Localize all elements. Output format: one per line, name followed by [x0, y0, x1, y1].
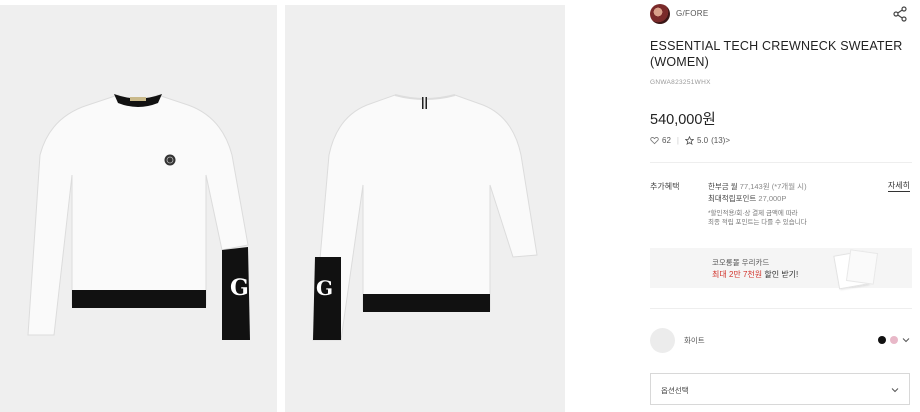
product-code: GNWA823251WHX — [650, 79, 711, 86]
benefits-lines: 한부금 월 77,143원 (*7개월 시) 최대적립포인트 27,000P — [708, 181, 807, 205]
section-divider — [650, 308, 912, 309]
card-promo-title: 코오롱몰 우리카드 — [712, 258, 770, 267]
benefit-note: *할인적용/회·상 결제 금액에 따라 — [708, 210, 798, 217]
color-option-black[interactable] — [878, 336, 886, 344]
benefits-notes: *할인적용/회·상 결제 금액에 따라 최종 적립 포인트는 다를 수 있습니다 — [708, 209, 878, 227]
star-icon — [684, 136, 694, 145]
rating-value: 5.0 — [696, 136, 709, 145]
color-options — [878, 336, 910, 344]
installment-prefix: 한부금 월 — [708, 182, 738, 191]
sweater-back-illustration: G — [312, 94, 538, 341]
heart-icon[interactable] — [650, 136, 659, 145]
product-price: 540,000원 — [650, 112, 716, 128]
credit-card-image — [845, 249, 879, 285]
color-option-pink[interactable] — [890, 336, 898, 344]
selected-color-name: 화이트 — [684, 336, 705, 345]
section-divider — [650, 162, 912, 163]
installment-line: 한부금 월 77,143원 (*7개월 시) — [708, 181, 807, 193]
review-count-link[interactable]: (13)> — [711, 136, 730, 145]
brand-avatar[interactable] — [650, 4, 670, 24]
chevron-down-icon — [891, 388, 899, 393]
card-promo-offer: 최대 2만 7천원 할인 받기! — [712, 269, 798, 280]
share-icon[interactable] — [892, 6, 908, 22]
svg-text:G: G — [316, 276, 333, 300]
brand-name[interactable]: G/FORE — [676, 9, 708, 18]
chevron-down-icon[interactable] — [902, 336, 910, 344]
product-image-front[interactable]: G — [0, 5, 277, 412]
like-count: 62 — [662, 136, 671, 145]
option-select-placeholder: 옵션선택 — [661, 386, 689, 395]
option-select[interactable]: 옵션선택 — [650, 373, 910, 405]
product-stats: 62 | 5.0 (13)> — [650, 136, 730, 145]
points-value: 27,000P — [758, 194, 787, 203]
sweater-front-illustration: G — [27, 94, 250, 340]
selected-color-swatch[interactable] — [650, 328, 675, 353]
benefit-note: 최종 적립 포인트는 다를 수 있습니다 — [708, 219, 807, 226]
product-image-back[interactable]: G — [285, 5, 565, 412]
brand-row: G/FORE — [650, 4, 912, 24]
benefits-label: 추가혜택 — [650, 182, 680, 191]
stats-divider: | — [676, 136, 679, 145]
card-promo-highlight: 최대 2만 7천원 — [712, 270, 763, 279]
installment-value: 77,143원 (*7개월 시) — [739, 182, 807, 191]
benefits-detail-link[interactable]: 자세히 — [887, 180, 910, 192]
card-promo-rest: 할인 받기! — [762, 270, 799, 279]
svg-text:G: G — [230, 275, 249, 301]
card-promo-banner[interactable]: 코오롱몰 우리카드 최대 2만 7천원 할인 받기! — [650, 248, 912, 290]
product-info-panel: G/FORE ESSENTIAL TECH CREWNECK SWEATER (… — [650, 0, 912, 412]
points-prefix: 최대적립포인트 — [708, 194, 757, 203]
product-title: ESSENTIAL TECH CREWNECK SWEATER (WOMEN) — [650, 39, 903, 69]
points-line: 최대적립포인트 27,000P — [708, 193, 807, 205]
